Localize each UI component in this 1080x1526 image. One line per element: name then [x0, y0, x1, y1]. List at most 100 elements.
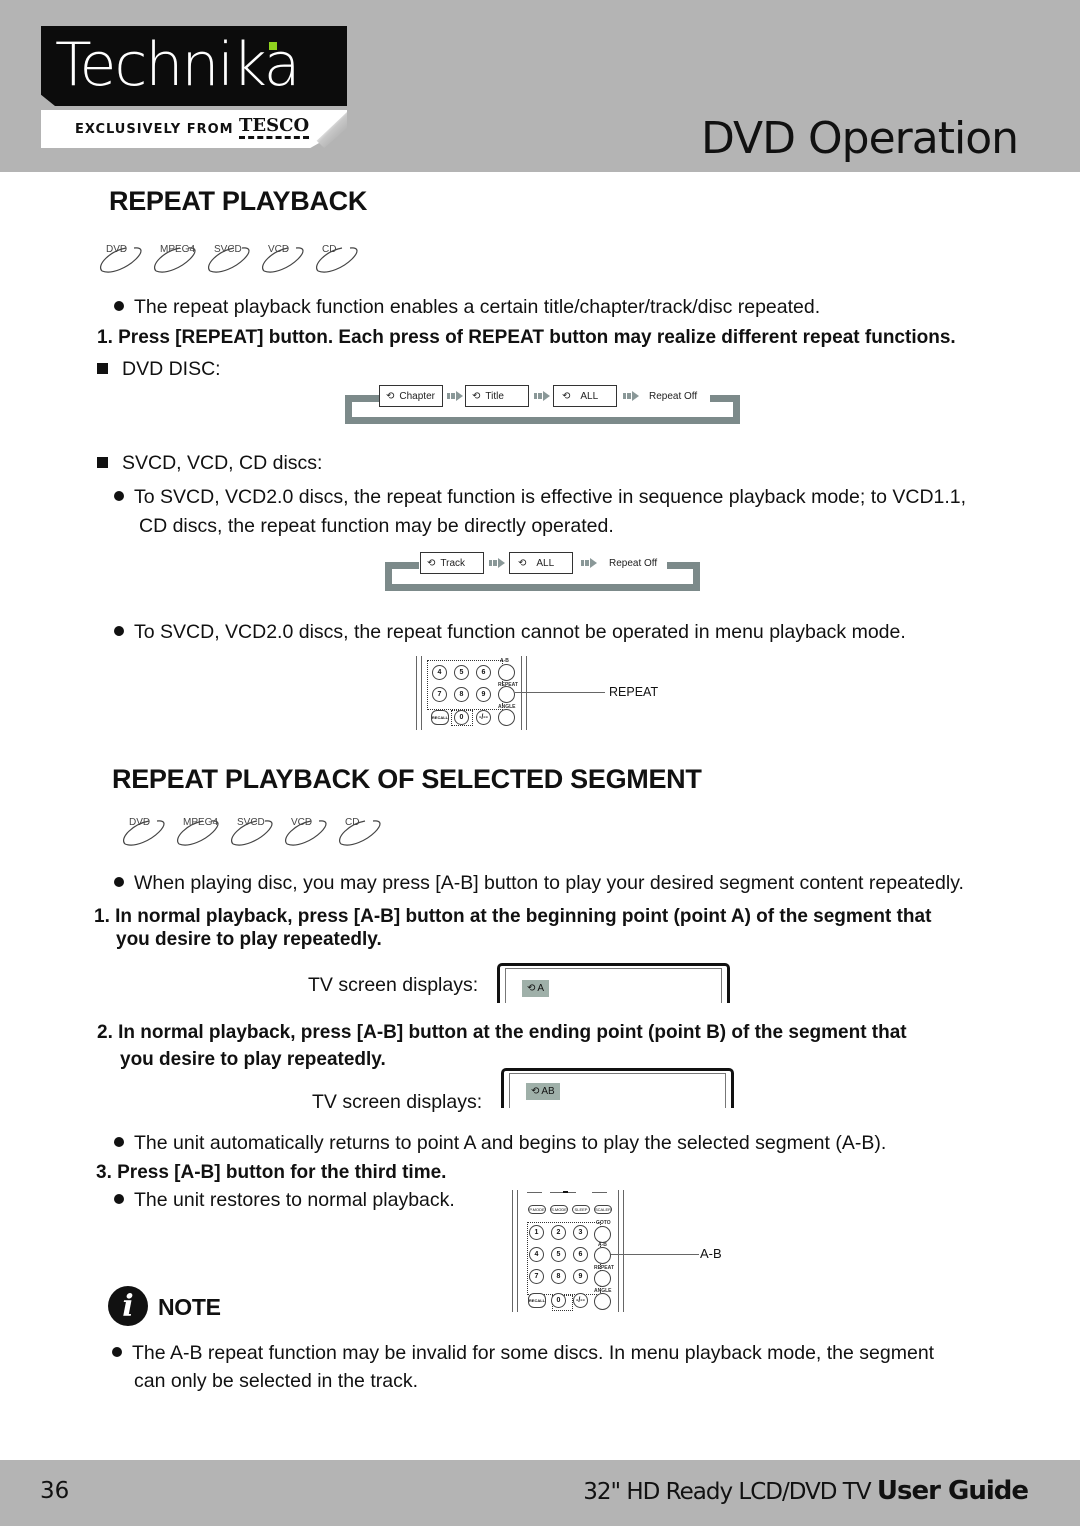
flow-step-repeat-off: Repeat Off: [609, 558, 658, 569]
footer-product-title: 32" HD Ready LCD/DVD TV User Guide: [583, 1476, 1029, 1506]
info-icon: i: [108, 1286, 148, 1326]
disc-icon-vcd: VCD: [281, 816, 329, 848]
remote-key: 5: [551, 1247, 566, 1262]
osd-badge-a: ⟲ A: [522, 980, 550, 997]
disc-icon-svcd: SVCD: [204, 243, 252, 275]
repeat-icon: ⟲: [427, 557, 436, 569]
tv-screen-label-1: TV screen displays:: [308, 974, 479, 996]
note-line-2: can only be selected in the track.: [134, 1370, 418, 1392]
disc-type-label: VCD: [268, 244, 290, 255]
flow-step-title: ⟲ Title: [465, 385, 529, 407]
ab-button: [594, 1247, 611, 1264]
technika-logo: Technika EXCLUSIVELY FROM TESCO: [41, 26, 347, 148]
remote-key: 8: [551, 1269, 566, 1284]
remote-control-diagram-ab: P.MODE S.MODE SLEEP SCALER 1 2 3 4 5 6 7 8 9 RECALL 0…: [510, 1190, 740, 1312]
remote-key: 4: [529, 1247, 544, 1262]
remote-key: RECALL: [431, 710, 449, 725]
tv-screen-display-ab: ⟲ AB: [501, 1068, 734, 1108]
note-line-1: The A-B repeat function may be invalid f…: [112, 1342, 934, 1365]
tv-screen-display-a: ⟲ A: [497, 963, 730, 1003]
remote-key: 0: [454, 710, 469, 725]
disc-icon-mpeg4: MPEG4: [173, 816, 221, 848]
dvd-repeat-flow-diagram: ⟲ Chapter ⟲ Title ⟲ ALL Repeat Off: [345, 384, 740, 424]
osd-badge-ab: ⟲ AB: [526, 1083, 560, 1100]
remote-key: 0: [551, 1293, 566, 1308]
svcd-disc-label: SVCD, VCD, CD discs:: [97, 452, 322, 475]
repeat-callout-label: REPEAT: [609, 685, 659, 699]
repeat-icon: ⟲: [386, 390, 395, 402]
page-header: Technika EXCLUSIVELY FROM TESCO DVD Oper…: [0, 0, 1080, 172]
remote-control-diagram-repeat: 4 5 6 7 8 9 RECALL 0 -/-- A-B REPEAT ANGLE REPEA…: [414, 656, 684, 732]
ab-callout-label: A-B: [700, 1246, 722, 1261]
segment-intro-text: When playing disc, you may press [A-B] b…: [114, 872, 964, 895]
remote-key: 4: [432, 665, 447, 680]
disc-type-label: SVCD: [214, 244, 242, 255]
step-3-instruction: 3. Press [A-B] button for the third time…: [96, 1162, 447, 1183]
remote-key: 7: [432, 687, 447, 702]
remote-key: 5: [454, 665, 469, 680]
step-1-line-2: you desire to play repeatedly.: [116, 929, 382, 950]
brand-name: Technika: [55, 30, 301, 100]
remote-mode-key: SCALER: [594, 1205, 612, 1214]
remote-key: 2: [551, 1225, 566, 1240]
step-1-line-1: 1. In normal playback, press [A-B] butto…: [94, 906, 932, 927]
remote-key: 8: [454, 687, 469, 702]
auto-return-text: The unit automatically returns to point …: [114, 1132, 886, 1155]
remote-key: 9: [573, 1269, 588, 1284]
repeat-button: [594, 1270, 611, 1287]
repeat-icon: ⟲: [527, 983, 536, 994]
remote-key: 7: [529, 1269, 544, 1284]
menu-mode-note: To SVCD, VCD2.0 discs, the repeat functi…: [114, 621, 906, 644]
disc-type-label: MPEG4: [183, 817, 219, 828]
arrow-right-icon: [489, 558, 505, 568]
disc-icon-dvd: DVD: [119, 816, 167, 848]
disc-type-icons: DVD MPEG4 SVCD VCD CD: [96, 243, 360, 275]
disc-type-label: MPEG4: [160, 244, 196, 255]
section-heading-repeat-playback: REPEAT PLAYBACK: [109, 186, 368, 216]
brand-tagline: EXCLUSIVELY FROM: [75, 122, 234, 137]
flow-step-track: ⟲ Track: [420, 552, 484, 574]
disc-type-label: DVD: [129, 817, 151, 828]
disc-icon-svcd: SVCD: [227, 816, 275, 848]
repeat-icon: ⟲: [531, 1086, 540, 1097]
dvd-disc-label: DVD DISC:: [97, 358, 221, 381]
page-footer: 36 32" HD Ready LCD/DVD TV User Guide: [0, 1460, 1080, 1526]
svcd-note-line-2: CD discs, the repeat function may be dir…: [139, 515, 614, 537]
flow-step-all: ⟲ ALL: [509, 552, 573, 574]
remote-key: 3: [573, 1225, 588, 1240]
note-heading: NOTE: [158, 1294, 221, 1320]
intro-text: The repeat playback function enables a c…: [114, 296, 820, 319]
disc-type-label: CD: [322, 244, 337, 255]
tv-screen-label-2: TV screen displays:: [312, 1091, 483, 1113]
remote-mode-key: P.MODE: [528, 1205, 546, 1214]
remote-key: 6: [476, 665, 491, 680]
disc-type-label: VCD: [291, 817, 313, 828]
restore-text: The unit restores to normal playback.: [114, 1189, 455, 1212]
disc-icon-mpeg4: MPEG4: [150, 243, 198, 275]
product-name: 32" HD Ready LCD/DVD TV: [583, 1479, 871, 1505]
remote-key: 6: [573, 1247, 588, 1262]
remote-key: 9: [476, 687, 491, 702]
svcd-repeat-flow-diagram: ⟲ Track ⟲ ALL Repeat Off: [385, 551, 700, 591]
repeat-icon: ⟲: [562, 390, 571, 402]
user-guide-label: User Guide: [876, 1476, 1029, 1506]
step-2-line-1: 2. In normal playback, press [A-B] butto…: [97, 1022, 907, 1043]
step-2-line-2: you desire to play repeatedly.: [120, 1049, 386, 1070]
flow-step-repeat-off: Repeat Off: [649, 391, 698, 402]
disc-icon-cd: CD: [312, 243, 360, 275]
disc-icon-cd: CD: [335, 816, 383, 848]
flow-step-all: ⟲ ALL: [553, 385, 617, 407]
disc-type-label: SVCD: [237, 817, 265, 828]
svcd-note-line-1: To SVCD, VCD2.0 discs, the repeat functi…: [114, 486, 966, 509]
page-number: 36: [40, 1478, 70, 1504]
remote-mode-key: S.MODE: [550, 1205, 568, 1214]
flow-step-chapter: ⟲ Chapter: [379, 385, 443, 407]
angle-button: [498, 709, 515, 726]
repeat-icon: ⟲: [518, 557, 527, 569]
section-heading-segment-repeat: REPEAT PLAYBACK OF SELECTED SEGMENT: [112, 764, 702, 794]
repeat-icon: ⟲: [472, 390, 481, 402]
ab-button: [498, 664, 515, 681]
remote-key: -/--: [573, 1293, 588, 1308]
page-title: DVD Operation: [700, 113, 1019, 164]
remote-mode-key: SLEEP: [572, 1205, 590, 1214]
